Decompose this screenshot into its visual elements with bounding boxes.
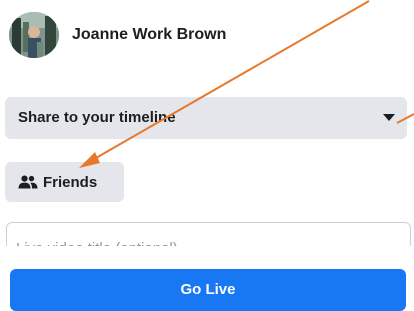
go-live-label: Go Live (180, 281, 236, 298)
avatar[interactable] (9, 12, 59, 58)
audience-label: Friends (43, 174, 98, 191)
user-name: Joanne Work Brown (72, 26, 227, 43)
audience-button[interactable]: Friends (5, 162, 124, 202)
profile-photo-icon (9, 12, 59, 58)
friends-icon (18, 175, 38, 189)
share-target-dropdown[interactable]: Share to your timeline (5, 97, 407, 139)
share-target-label: Share to your timeline (18, 109, 176, 126)
go-live-button[interactable]: Go Live (10, 269, 406, 311)
caret-down-icon (383, 114, 395, 121)
